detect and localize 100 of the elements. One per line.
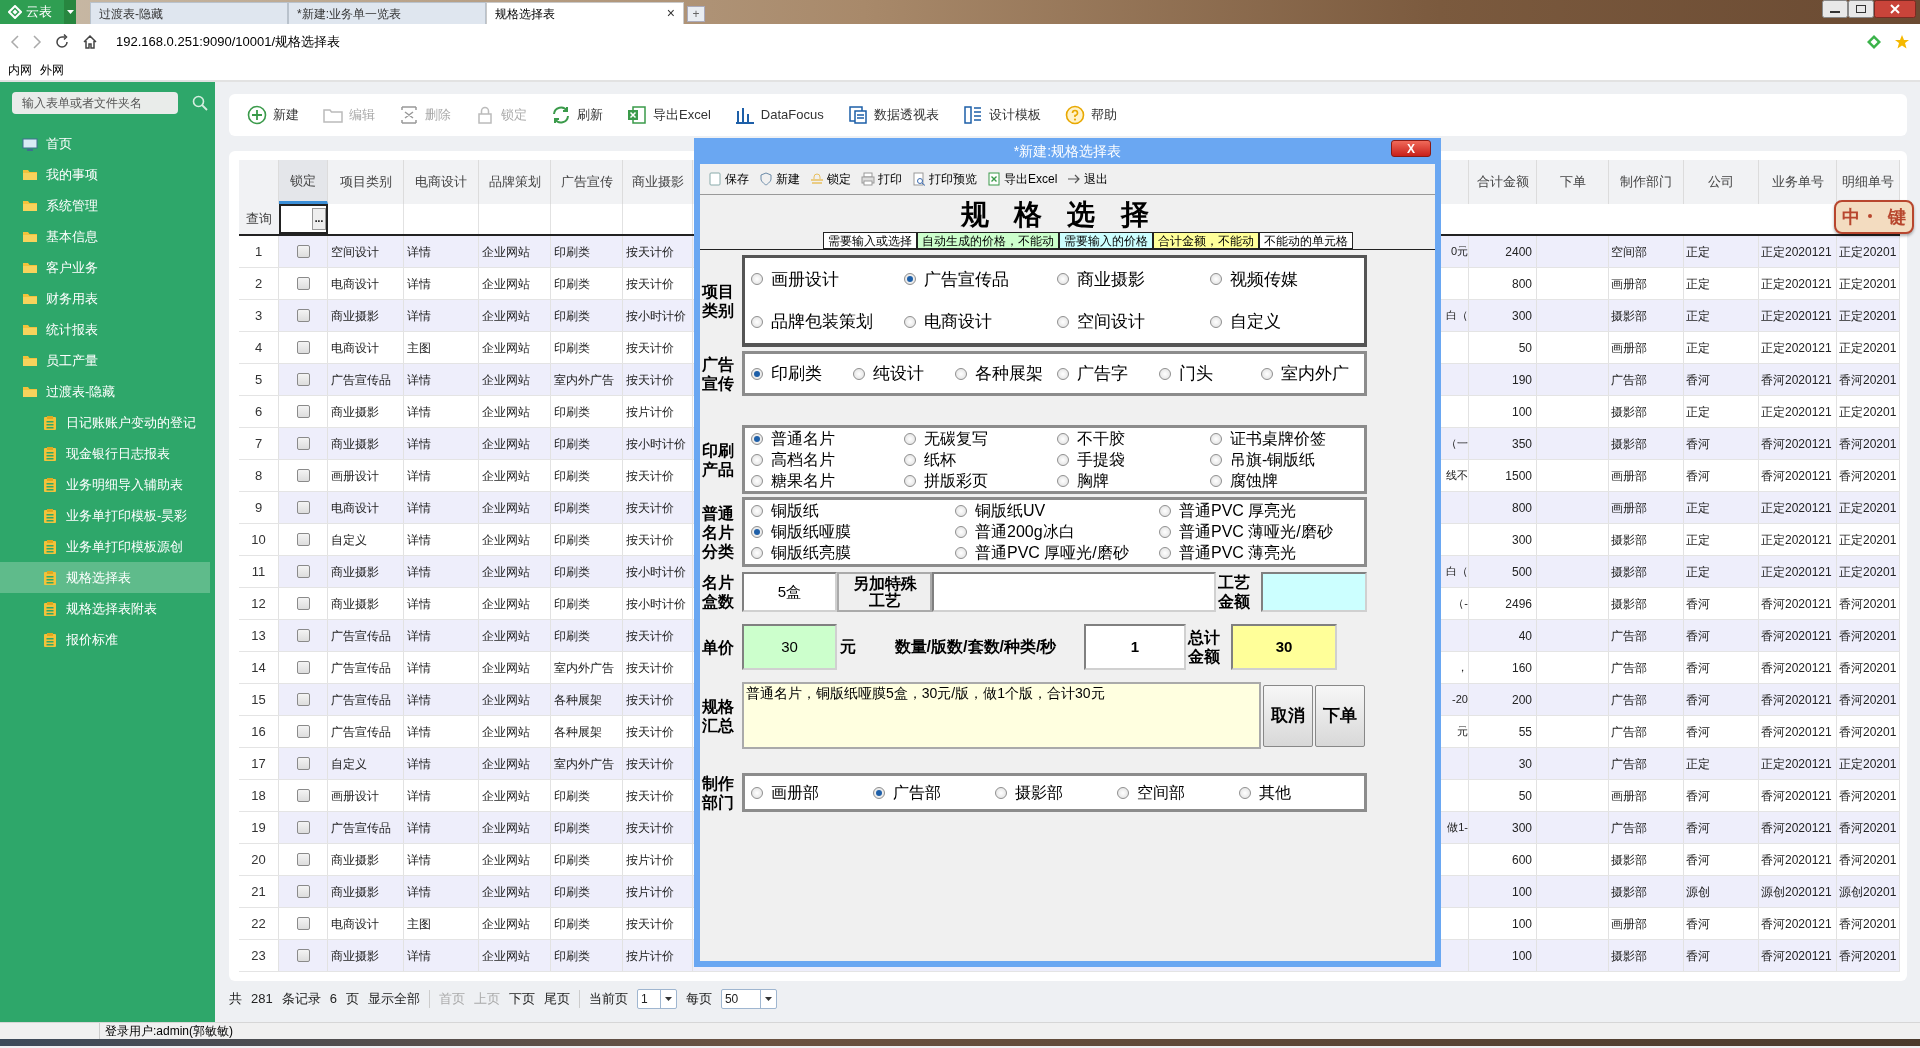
checkbox[interactable] (296, 949, 310, 962)
checkbox[interactable] (296, 725, 310, 738)
checkbox[interactable] (296, 277, 310, 290)
radio-label[interactable]: 自定义 (1230, 309, 1281, 335)
checkbox[interactable] (296, 245, 310, 258)
column-header[interactable]: 公司 (1684, 160, 1759, 204)
radio-label[interactable]: 糖果名片 (771, 470, 835, 491)
radio-label[interactable]: 普通PVC 薄亮光 (1179, 543, 1297, 564)
radio-button[interactable] (955, 504, 967, 517)
radio-button[interactable] (904, 453, 916, 466)
radio-button[interactable] (751, 315, 763, 328)
new-tab-button[interactable]: + (687, 6, 705, 22)
ime-keyboard-button[interactable]: 键 (1888, 203, 1906, 231)
radio-button[interactable] (751, 786, 763, 799)
radio-button[interactable] (904, 474, 916, 487)
radio-label[interactable]: 手提袋 (1077, 449, 1125, 470)
toolbar-button[interactable]: 导出Excel (627, 100, 711, 130)
checkbox[interactable] (296, 693, 310, 706)
radio-label[interactable]: 胸牌 (1077, 470, 1109, 491)
radio-button[interactable] (1057, 474, 1069, 487)
radio-button[interactable] (995, 786, 1007, 799)
radio-button[interactable] (1057, 315, 1069, 328)
radio-button[interactable] (1210, 453, 1222, 466)
radio-button[interactable] (955, 367, 967, 380)
dialog-button[interactable]: 取消 (1263, 684, 1313, 747)
column-header[interactable]: 广告宣传 (551, 160, 623, 204)
radio-button[interactable] (751, 367, 763, 380)
radio-label[interactable]: 广告字 (1077, 360, 1128, 387)
page-select[interactable]: 1 (636, 989, 677, 1009)
column-header[interactable]: 制作部门 (1609, 160, 1684, 204)
amount-field[interactable] (1261, 572, 1367, 612)
radio-button[interactable] (1210, 315, 1222, 328)
radio-button[interactable] (1239, 786, 1251, 799)
radio-label[interactable]: 纸杯 (924, 449, 956, 470)
radio-label[interactable]: 高档名片 (771, 449, 835, 470)
toolbar-button[interactable]: DataFocus (734, 100, 824, 130)
toolbar-button[interactable]: 帮助 (1064, 100, 1117, 130)
radio-button[interactable] (1159, 526, 1171, 538)
total-field[interactable]: 30 (1231, 624, 1337, 670)
radio-button[interactable] (1057, 432, 1069, 445)
browser-tab[interactable]: 过渡表-隐藏 (90, 2, 288, 24)
radio-label[interactable]: 普通名片 (771, 428, 835, 449)
radio-label[interactable]: 不干胶 (1077, 428, 1125, 449)
column-header[interactable]: 电商设计 (404, 160, 479, 204)
radio-button[interactable] (853, 367, 865, 380)
radio-button[interactable] (751, 526, 763, 538)
page-size-select[interactable]: 50 (720, 989, 777, 1009)
dialog-toolbar-button[interactable]: 保存 (708, 170, 749, 188)
toolbar-button[interactable]: 数据透视表 (847, 100, 939, 130)
checkbox[interactable] (296, 757, 310, 770)
radio-button[interactable] (751, 547, 763, 560)
radio-label[interactable]: 视频传媒 (1230, 266, 1298, 292)
radio-label[interactable]: 腐蚀牌 (1230, 470, 1278, 491)
column-header[interactable]: 商业摄影 (623, 160, 693, 204)
column-header[interactable]: 下单 (1537, 160, 1609, 204)
checkbox[interactable] (296, 565, 310, 578)
radio-label[interactable]: 广告部 (893, 780, 941, 805)
radio-label[interactable]: 普通PVC 薄哑光/磨砂 (1179, 522, 1333, 542)
radio-button[interactable] (1159, 504, 1171, 517)
checkbox[interactable] (296, 469, 310, 482)
radio-label[interactable]: 电商设计 (924, 309, 992, 335)
back-icon[interactable] (10, 34, 20, 50)
checkbox[interactable] (296, 789, 310, 802)
dialog-toolbar-button[interactable]: 锁定 (810, 170, 851, 188)
quantity-field[interactable]: 1 (1084, 624, 1186, 670)
radio-button[interactable] (751, 474, 763, 487)
radio-button[interactable] (751, 432, 763, 445)
checkbox[interactable] (296, 501, 310, 514)
dialog-toolbar-button[interactable]: 打印预览 (912, 170, 977, 188)
radio-label[interactable]: 铜版纸哑膜 (771, 522, 851, 542)
radio-label[interactable]: 摄影部 (1015, 780, 1063, 805)
checkbox[interactable] (296, 629, 310, 642)
toolbar-button[interactable]: 设计模板 (962, 100, 1041, 130)
dialog-button[interactable]: 下单 (1315, 684, 1365, 747)
radio-label[interactable]: 商业摄影 (1077, 266, 1145, 292)
radio-label[interactable]: 铜版纸亮膜 (771, 543, 851, 564)
search-icon[interactable] (192, 95, 208, 111)
column-header[interactable]: 锁定 (279, 160, 328, 204)
radio-label[interactable]: 普通PVC 厚哑光/磨砂 (975, 543, 1129, 564)
checkbox[interactable] (296, 341, 310, 354)
radio-label[interactable]: 无碳复写 (924, 428, 988, 449)
radio-button[interactable] (1210, 273, 1222, 286)
radio-label[interactable]: 室内外广 (1281, 360, 1349, 387)
checkbox[interactable] (296, 437, 310, 450)
diamond-icon[interactable] (1866, 34, 1882, 50)
radio-label[interactable]: 纯设计 (873, 360, 924, 387)
radio-button[interactable] (1261, 367, 1273, 380)
reload-icon[interactable] (54, 34, 70, 50)
checkbox[interactable] (296, 917, 310, 930)
checkbox[interactable] (296, 309, 310, 322)
input-field[interactable] (932, 572, 1216, 612)
close-button[interactable] (1874, 0, 1916, 18)
minimize-button[interactable] (1822, 0, 1848, 18)
checkbox[interactable] (296, 597, 310, 610)
pager-link[interactable]: 下页 (508, 989, 535, 1009)
radio-button[interactable] (904, 315, 916, 328)
dialog-toolbar-button[interactable]: 新建 (759, 170, 800, 188)
column-header[interactable]: 业务单号 (1759, 160, 1837, 204)
checkbox[interactable] (296, 373, 310, 386)
star-icon[interactable] (1894, 34, 1910, 50)
